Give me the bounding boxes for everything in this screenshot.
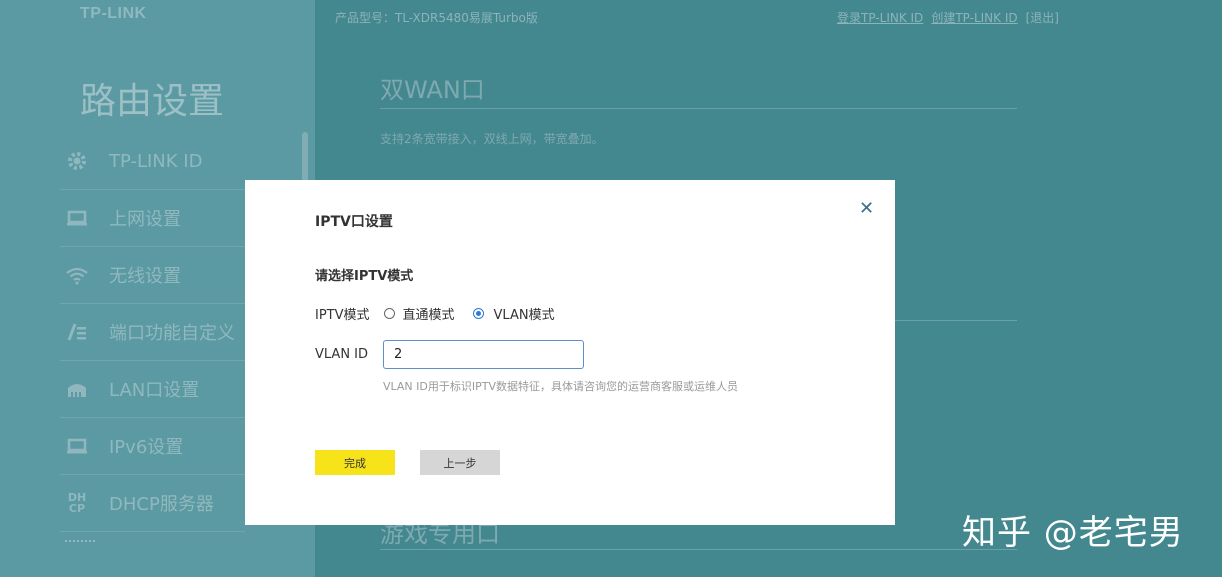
sidebar-item-label: TP-LINK ID [109,150,203,172]
iptv-mode-row: IPTV模式 直通模式 VLAN模式 [315,304,555,323]
sidebar-item-label: IPv6设置 [109,437,184,458]
iptv-settings-dialog: IPTV口设置 ✕ 请选择IPTV模式 IPTV模式 直通模式 VLAN模式 V… [245,180,895,525]
section-desc-dual-wan: 支持2条宽带接入，双线上网，带宽叠加。 [380,132,604,146]
section-divider [380,108,1017,109]
product-model: 产品型号：TL-XDR5480易展Turbo版 [335,11,538,25]
sidebar-item-internet[interactable]: 上网设置 [60,190,245,247]
sidebar-nav: TP-LINK ID 上网设置 无线设置 端口功能自定义 › LAN口设置 [60,133,257,532]
option-label: VLAN模式 [493,308,555,323]
tp-link-logo: TP-LINK [80,5,147,22]
logout-link[interactable]: [退出] [1026,11,1059,25]
monitor-icon [65,434,89,458]
wifi-icon [65,263,89,287]
previous-button[interactable]: 上一步 [420,450,500,475]
gear-icon [65,149,89,173]
iptv-mode-label: IPTV模式 [315,308,370,323]
sidebar-title: 路由设置 [80,81,225,122]
section-divider [380,549,1017,550]
sidebar-item-label: 无线设置 [109,266,181,287]
dhcp-icon: DH CP [67,491,87,515]
radio-passthrough[interactable] [383,308,395,319]
radio-vlan[interactable] [472,308,484,319]
option-passthrough[interactable]: 直通模式 [383,304,455,323]
login-link[interactable]: 登录TP-LINK ID [837,11,923,25]
sidebar-item-label: LAN口设置 [109,380,200,401]
sidebar-item-label: DHCP服务器 [109,494,214,515]
sidebar-item-label: 端口功能自定义 [109,323,235,344]
dialog-title: IPTV口设置 [315,214,393,230]
port-icon [65,320,89,344]
close-icon[interactable]: ✕ [859,198,874,219]
sidebar-item-dhcp[interactable]: DH CP DHCP服务器 [60,475,245,532]
section-title-dual-wan: 双WAN口 [380,76,485,104]
sidebar-item-wireless[interactable]: 无线设置 [60,247,245,304]
sidebar-item-lan[interactable]: LAN口设置 [60,361,245,418]
vlan-id-label: VLAN ID [315,347,369,362]
monitor-icon [65,206,89,230]
lan-icon [65,377,89,401]
option-vlan[interactable]: VLAN模式 [472,304,555,323]
top-links: 登录TP-LINK ID 创建TP-LINK ID [退出] [837,9,1059,26]
sidebar-item-port-custom[interactable]: 端口功能自定义 › [60,304,257,361]
done-button[interactable]: 完成 [315,450,395,475]
vlan-id-input[interactable] [383,340,585,369]
dialog-subtitle: 请选择IPTV模式 [315,269,414,284]
vlan-id-hint: VLAN ID用于标识IPTV数据特征，具体请咨询您的运营商客服或运维人员 [383,380,738,393]
create-id-link[interactable]: 创建TP-LINK ID [931,11,1017,25]
vlan-id-row: VLAN ID [315,340,585,369]
sidebar-item-label: 上网设置 [109,209,181,230]
sidebar-item-partial [65,540,95,548]
option-label: 直通模式 [402,308,455,323]
sidebar-item-ipv6[interactable]: IPv6设置 [60,418,245,475]
sidebar-item-tp-link-id[interactable]: TP-LINK ID [60,133,245,190]
watermark: 知乎 @老宅男 [962,513,1184,553]
